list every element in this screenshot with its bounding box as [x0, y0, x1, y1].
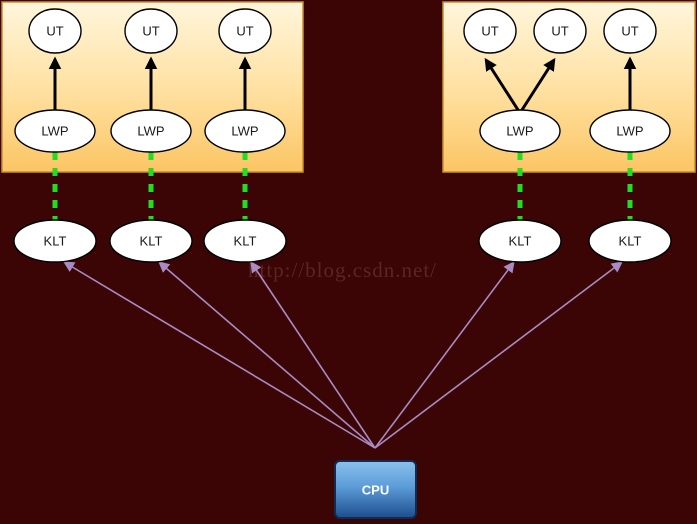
- lwp-node[interactable]: LWP: [479, 109, 561, 153]
- user-thread-node[interactable]: UT: [603, 8, 657, 54]
- lwp-label: LWP: [137, 123, 164, 138]
- cpu-klt-arrow: [63, 261, 376, 449]
- diagram-canvas: http://blog.csdn.net/ UT UT UT UT UT UT …: [0, 0, 697, 524]
- cpu-node[interactable]: CPU: [334, 460, 417, 519]
- ut-label: UT: [551, 23, 568, 38]
- user-thread-node[interactable]: UT: [533, 8, 587, 54]
- cpu-klt-arrow: [374, 261, 515, 449]
- klt-node[interactable]: KLT: [203, 219, 287, 263]
- cpu-klt-arrow: [250, 261, 376, 449]
- klt-label: KLT: [619, 233, 642, 248]
- lwp-label: LWP: [616, 123, 643, 138]
- cpu-klt-arrow: [374, 261, 623, 449]
- lwp-node[interactable]: LWP: [110, 109, 192, 153]
- lwp-node[interactable]: LWP: [589, 109, 671, 153]
- klt-node[interactable]: KLT: [478, 219, 562, 263]
- thread-model-diagram: http://blog.csdn.net/ UT UT UT UT UT UT …: [1, 1, 696, 519]
- user-thread-node[interactable]: UT: [218, 8, 272, 54]
- lwp-label: LWP: [41, 123, 68, 138]
- klt-label: KLT: [140, 233, 163, 248]
- ut-label: UT: [236, 23, 253, 38]
- ut-label: UT: [621, 23, 638, 38]
- klt-nodes: KLT KLT KLT KLT KLT: [13, 219, 672, 263]
- ut-label: UT: [142, 23, 159, 38]
- cpu-klt-arrow: [158, 261, 376, 449]
- cpu-label: CPU: [362, 482, 389, 497]
- lwp-node[interactable]: LWP: [204, 109, 286, 153]
- klt-node[interactable]: KLT: [588, 219, 672, 263]
- user-thread-node[interactable]: UT: [28, 8, 82, 54]
- klt-node[interactable]: KLT: [13, 219, 97, 263]
- klt-label: KLT: [509, 233, 532, 248]
- klt-node[interactable]: KLT: [109, 219, 193, 263]
- user-thread-node[interactable]: UT: [124, 8, 178, 54]
- watermark-text: http://blog.csdn.net/: [248, 258, 437, 282]
- klt-label: KLT: [234, 233, 257, 248]
- klt-label: KLT: [44, 233, 67, 248]
- user-thread-node[interactable]: UT: [463, 8, 517, 54]
- process-panels: [1, 1, 696, 173]
- ut-label: UT: [46, 23, 63, 38]
- lwp-label: LWP: [506, 123, 533, 138]
- lwp-label: LWP: [231, 123, 258, 138]
- ut-label: UT: [481, 23, 498, 38]
- lwp-node[interactable]: LWP: [14, 109, 96, 153]
- cpu-klt-arrows: [63, 261, 623, 449]
